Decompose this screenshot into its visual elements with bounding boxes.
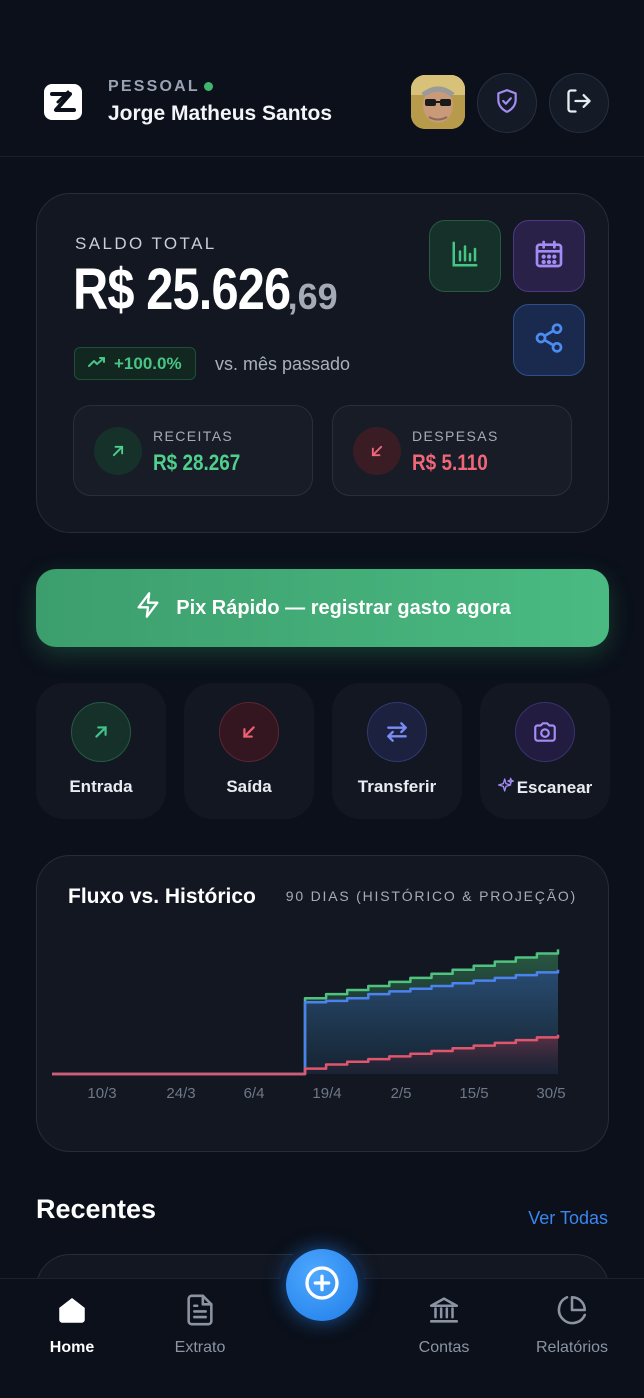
document-icon (183, 1293, 217, 1327)
online-status-dot (204, 82, 213, 91)
income-value: R$ 28.267 (153, 450, 241, 475)
app-header: PESSOAL Jorge Matheus Santos (0, 0, 644, 157)
change-value: +100.0% (114, 353, 182, 373)
nav-label: Relatórios (535, 1339, 609, 1356)
shield-check-icon (494, 88, 520, 119)
logout-button[interactable] (549, 73, 609, 133)
nav-item-contas[interactable]: Contas (379, 1279, 509, 1398)
x-tick-label: 15/5 (459, 1085, 488, 1102)
share-icon (533, 322, 565, 359)
nav-item-extrato[interactable]: Extrato (135, 1279, 265, 1398)
x-tick-label: 24/3 (166, 1085, 195, 1102)
logout-icon (565, 87, 593, 120)
quick-action-escanear[interactable]: Escanear (480, 683, 610, 819)
quick-action-label: Escanear (516, 777, 593, 797)
calendar-icon (533, 238, 565, 275)
balance-card: SALDO TOTAL R$ 25.626 ,69 +100.0% vs. mê… (36, 193, 609, 533)
see-all-link[interactable]: Ver Todas (528, 1208, 608, 1229)
analytics-button[interactable] (429, 220, 501, 292)
arrow-down-left-icon (219, 702, 279, 762)
bank-icon (427, 1293, 461, 1327)
expense-box[interactable]: DESPESAS R$ 5.110 (332, 405, 572, 496)
quick-action-transferir[interactable]: Transferir (332, 683, 462, 819)
expense-value: R$ 5.110 (412, 450, 488, 475)
avatar[interactable] (411, 75, 465, 129)
x-tick-label: 19/4 (312, 1085, 341, 1102)
security-button[interactable] (477, 73, 537, 133)
nav-item-home[interactable]: Home (7, 1279, 137, 1398)
quick-action-saida[interactable]: Saída (184, 683, 314, 819)
arrow-down-left-icon (353, 427, 401, 475)
profile-type-label: PESSOAL (108, 78, 200, 95)
home-icon (55, 1293, 89, 1327)
quick-action-label: Entrada (69, 777, 133, 796)
arrow-up-right-icon (94, 427, 142, 475)
arrow-up-right-icon (71, 702, 131, 762)
nav-item-relatorios[interactable]: Relatórios (507, 1279, 637, 1398)
trending-up-icon (88, 354, 106, 374)
pix-quick-button[interactable]: Pix Rápido — registrar gasto agora (36, 569, 609, 647)
lightning-icon (134, 591, 162, 625)
recent-title: Recentes (36, 1194, 157, 1224)
cashflow-chart: 10/3 24/3 6/4 19/4 2/5 15/5 30/5 (52, 949, 566, 1102)
balance-main-value: R$ 25.626 (73, 257, 291, 322)
add-transaction-fab-wrap (280, 1243, 364, 1327)
quick-action-label-wrap: Escanear (480, 777, 610, 798)
balance-cents-value: ,69 (287, 276, 338, 317)
x-tick-label: 10/3 (87, 1085, 116, 1102)
change-note: vs. mês passado (215, 354, 351, 374)
nav-label: Contas (418, 1339, 470, 1356)
nav-label: Extrato (174, 1339, 226, 1356)
bar-chart-icon (450, 239, 480, 274)
quick-action-label: Transferir (357, 777, 437, 796)
balance-value: R$ 25.626 ,69 (73, 256, 338, 323)
add-transaction-button[interactable] (286, 1249, 358, 1321)
pix-quick-label: Pix Rápido — registrar gasto agora (176, 596, 511, 619)
balance-label: SALDO TOTAL (75, 234, 217, 253)
nav-label: Home (49, 1339, 95, 1356)
change-badge: +100.0% (74, 347, 196, 380)
income-box[interactable]: RECEITAS R$ 28.267 (73, 405, 313, 496)
plus-circle-icon (302, 1263, 342, 1308)
app-logo-icon (44, 84, 82, 120)
income-label: RECEITAS (153, 428, 234, 444)
x-tick-label: 2/5 (391, 1085, 412, 1102)
share-button[interactable] (513, 304, 585, 376)
camera-icon (515, 702, 575, 762)
calendar-button[interactable] (513, 220, 585, 292)
user-name: Jorge Matheus Santos (108, 102, 333, 125)
x-tick-label: 6/4 (244, 1085, 265, 1102)
sparkle-icon (497, 777, 514, 798)
transfer-icon (367, 702, 427, 762)
quick-action-label: Saída (226, 777, 272, 796)
expense-label: DESPESAS (412, 428, 499, 444)
x-tick-label: 30/5 (536, 1085, 565, 1102)
pie-chart-icon (555, 1293, 589, 1327)
cashflow-chart-card: Fluxo vs. Histórico 90 DIAS (HISTÓRICO &… (36, 855, 609, 1152)
quick-action-entrada[interactable]: Entrada (36, 683, 166, 819)
